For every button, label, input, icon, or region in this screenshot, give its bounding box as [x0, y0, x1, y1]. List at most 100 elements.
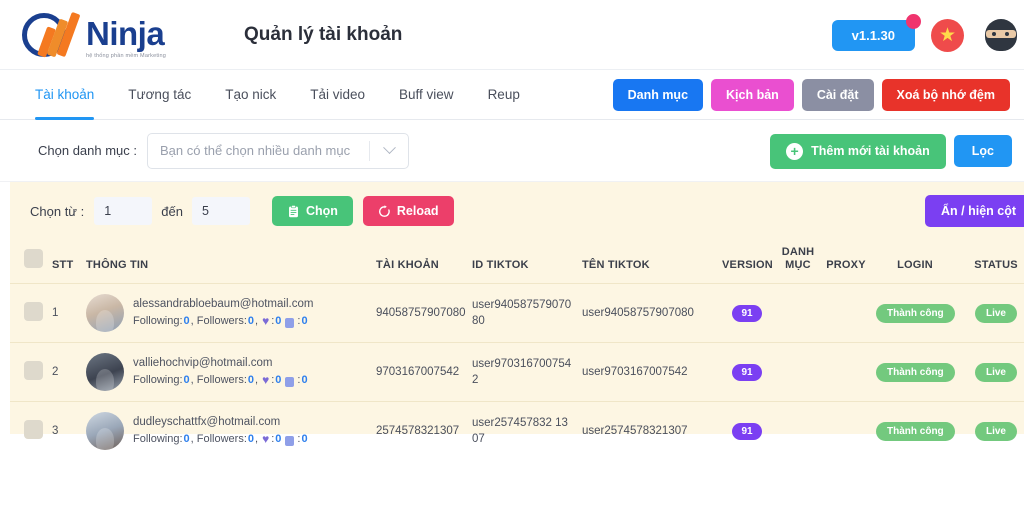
row-id-tiktok: user94058757907080	[468, 283, 578, 343]
tab-list: Tài khoản Tương tác Tạo nick Tải video B…	[18, 70, 537, 120]
row-stats: Following: 0, Followers: 0, ♥: 0: 0	[133, 313, 313, 330]
row-proxy	[820, 401, 872, 461]
row-checkbox[interactable]	[24, 361, 43, 381]
header-right-controls: v1.1.30 ★	[831, 0, 1024, 70]
danh-muc-button[interactable]: Danh mục	[612, 79, 704, 111]
row-account: 9703167007542	[372, 342, 468, 402]
vietnam-flag-icon[interactable]: ★	[931, 18, 964, 52]
tab-buff-view[interactable]: Buff view	[382, 70, 471, 120]
tab-tai-khoan[interactable]: Tài khoản	[18, 70, 111, 120]
stats-following-label: Following:	[133, 373, 183, 386]
tab-tao-nick[interactable]: Tạo nick	[208, 70, 293, 120]
category-select-label: Chọn danh mục :	[38, 143, 138, 158]
version-badge-wrapper[interactable]: v1.1.30	[831, 13, 921, 51]
accounts-table-head: STT THÔNG TIN TÀI KHOẢN ID TIKTOK TÊN TI…	[10, 240, 1024, 284]
row-proxy	[820, 342, 872, 402]
row-name-tiktok: user94058757907080	[578, 283, 718, 343]
row-select-cell	[10, 342, 48, 402]
heart-icon: ♥	[262, 372, 270, 387]
accounts-panel: Chọn từ : đến Chọn Reload Ẩn / hiện cột	[0, 182, 1024, 461]
avatar-eyes	[986, 30, 1016, 38]
login-status-badge: Thành công	[876, 362, 955, 382]
avatar	[86, 294, 124, 333]
row-stats: Following: 0, Followers: 0, ♥: 0: 0	[133, 431, 308, 448]
notification-dot-icon	[906, 13, 921, 29]
header-status: STATUS	[974, 259, 1018, 272]
avatar	[86, 353, 124, 392]
reload-button-label: Reload	[396, 204, 439, 218]
add-account-label: Thêm mới tài khoản	[811, 144, 930, 158]
chevron-down-icon[interactable]	[370, 141, 408, 155]
select-from-input[interactable]	[94, 197, 153, 225]
row-checkbox[interactable]	[24, 302, 43, 322]
select-to-label: đến	[161, 203, 183, 219]
row-login-cell: Thành công	[872, 401, 958, 461]
xoa-bo-nho-dem-button[interactable]: Xoá bộ nhớ đệm	[881, 79, 1010, 111]
video-icon	[285, 435, 295, 446]
stats-following-label: Following:	[133, 432, 183, 445]
accounts-table: STT THÔNG TIN TÀI KHOẢN ID TIKTOK TÊN TI…	[10, 240, 1024, 461]
avatar-eye-left	[992, 32, 996, 36]
row-status-cell: Live	[958, 401, 1024, 461]
tab-reup[interactable]: Reup	[471, 70, 537, 120]
toggle-columns-button[interactable]: Ẩn / hiện cột	[925, 195, 1024, 227]
ninja-avatar-icon[interactable]	[980, 15, 1020, 55]
filter-action-buttons: + Thêm mới tài khoản Lọc	[770, 120, 1012, 182]
kich-ban-button[interactable]: Kịch bản	[711, 79, 794, 111]
stats-followers-value: 0	[247, 373, 255, 386]
tab-tuong-tac[interactable]: Tương tác	[111, 70, 208, 120]
row-id-tiktok: user9703167007542	[468, 342, 578, 402]
brand-text: Ninja hệ thống phần mềm Marketing	[86, 17, 166, 61]
select-button[interactable]: Chọn	[271, 196, 353, 226]
accounts-table-body: 1 alessandrabloebaum@hotmail.com Followi…	[10, 283, 1024, 461]
status-badge: Live	[974, 421, 1017, 441]
select-from-label: Chọn từ :	[30, 203, 85, 219]
heart-icon: ♥	[262, 431, 270, 446]
header-danh-muc: DANH MỤC	[776, 240, 820, 284]
stats-followers-label: , Followers:	[190, 314, 247, 327]
row-version-cell: 91	[718, 283, 776, 343]
category-select[interactable]: Bạn có thể chọn nhiều danh mục	[147, 132, 410, 169]
table-row[interactable]: 3 dudleyschattfx@hotmail.com Following: 0…	[10, 401, 1024, 461]
clipboard-icon	[288, 204, 298, 217]
row-info-cell: dudleyschattfx@hotmail.com Following: 0, …	[82, 401, 372, 461]
login-status-badge: Thành công	[876, 303, 955, 323]
header-login: LOGIN	[897, 259, 933, 272]
add-account-button[interactable]: + Thêm mới tài khoản	[770, 133, 946, 169]
table-row[interactable]: 1 alessandrabloebaum@hotmail.com Followi…	[10, 283, 1024, 343]
filter-button[interactable]: Lọc	[953, 135, 1012, 167]
row-stats: Following: 0, Followers: 0, ♥: 0: 0	[133, 372, 308, 389]
select-all-checkbox[interactable]	[24, 249, 43, 269]
row-login-cell: Thành công	[872, 342, 958, 402]
table-row[interactable]: 2 valliehochvip@hotmail.com Following: 0,…	[10, 342, 1024, 402]
cai-dat-button[interactable]: Cài đặt	[801, 79, 874, 111]
version-badge[interactable]: v1.1.30	[831, 19, 915, 51]
tab-tai-video[interactable]: Tải video	[293, 70, 382, 120]
stats-following-value: 0	[183, 432, 190, 445]
row-email: valliehochvip@hotmail.com	[133, 357, 273, 370]
row-checkbox[interactable]	[24, 420, 43, 440]
row-status-cell: Live	[958, 283, 1024, 343]
row-info-cell: valliehochvip@hotmail.com Following: 0, F…	[82, 342, 372, 402]
row-stt: 3	[48, 401, 82, 461]
row-name-tiktok: user9703167007542	[578, 342, 718, 402]
refresh-icon	[378, 204, 390, 217]
row-category	[776, 401, 820, 461]
category-filter-row: Chọn danh mục : Bạn có thể chọn nhiều da…	[0, 120, 1024, 182]
row-select-cell	[10, 283, 48, 343]
brand-logo[interactable]: Ninja hệ thống phần mềm Marketing	[22, 9, 166, 61]
selection-toolbar: Chọn từ : đến Chọn Reload Ẩn / hiện cột	[10, 182, 1024, 240]
row-name-tiktok: user2574578321307	[578, 401, 718, 461]
stats-likes-value: 0	[275, 373, 282, 386]
select-to-input[interactable]	[191, 197, 250, 225]
row-email: alessandrabloebaum@hotmail.com	[133, 298, 314, 311]
table-header-row: STT THÔNG TIN TÀI KHOẢN ID TIKTOK TÊN TI…	[10, 240, 1024, 284]
reload-button[interactable]: Reload	[362, 196, 454, 226]
row-select-cell	[10, 401, 48, 461]
row-category	[776, 283, 820, 343]
row-version-cell: 91	[718, 342, 776, 402]
nav-action-buttons: Danh mục Kịch bản Cài đặt Xoá bộ nhớ đệm	[612, 70, 1010, 120]
status-badge: Live	[974, 303, 1017, 323]
stats-following-label: Following:	[133, 314, 183, 327]
header-id-tiktok: ID TIKTOK	[472, 259, 529, 272]
